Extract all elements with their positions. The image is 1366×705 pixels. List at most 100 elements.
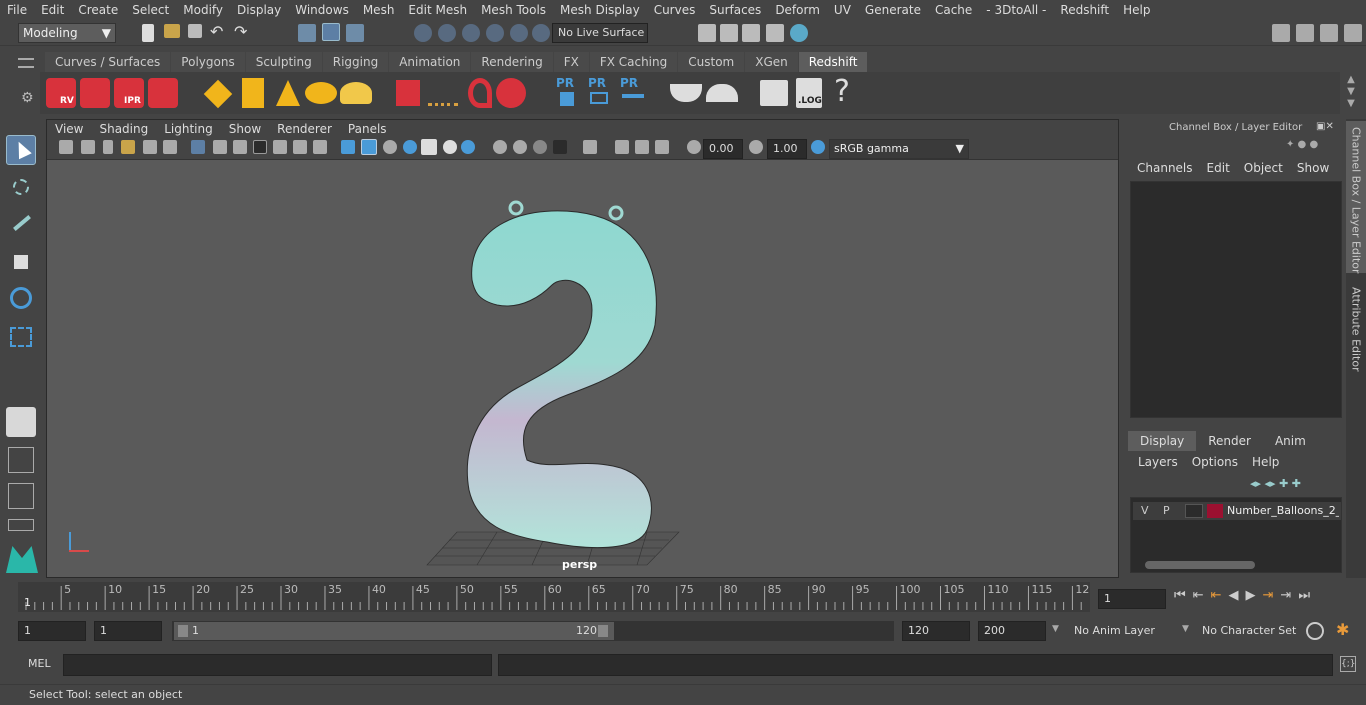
pr-convert-icon[interactable]: PR	[556, 76, 582, 110]
modeling-toolkit-icon[interactable]	[1296, 24, 1314, 42]
xray-icon[interactable]	[615, 140, 629, 154]
menu-select[interactable]: Select	[125, 0, 176, 20]
image-plane-icon[interactable]	[121, 140, 135, 154]
shelf-tab-custom[interactable]: Custom	[678, 52, 745, 72]
curve-object-icon[interactable]	[468, 78, 492, 108]
open-scene-icon[interactable]	[164, 24, 180, 38]
two-d-pan-icon[interactable]	[143, 140, 157, 154]
range-start-handle[interactable]	[178, 625, 188, 637]
camera-attributes-icon[interactable]	[81, 140, 95, 154]
play-forward-icon[interactable]: ▶	[1246, 588, 1263, 603]
save-scene-icon[interactable]	[188, 24, 202, 38]
go-to-end-icon[interactable]: ⏭	[1298, 588, 1317, 603]
xray-components-icon[interactable]	[655, 140, 669, 154]
hypershade-icon[interactable]	[790, 24, 808, 42]
sun-sky-icon[interactable]	[340, 82, 372, 104]
step-forward-icon[interactable]: ⇥	[1280, 588, 1298, 603]
layout-four-view-icon[interactable]	[8, 447, 34, 473]
gate-mask-icon[interactable]	[253, 140, 267, 154]
log-file-icon[interactable]: .LOG	[796, 78, 822, 108]
rotate-tool-icon[interactable]	[6, 283, 36, 313]
wireframe-on-shaded-icon[interactable]	[403, 140, 417, 154]
menu-mesh-display[interactable]: Mesh Display	[553, 0, 647, 20]
anti-aliasing-icon[interactable]	[533, 140, 547, 154]
menu-help[interactable]: Help	[1116, 0, 1157, 20]
shelf-settings-icon[interactable]: ⚙	[21, 90, 34, 106]
redo-icon[interactable]: ↷	[234, 22, 247, 41]
help-icon[interactable]: ?	[834, 74, 850, 109]
layer-color-swatch[interactable]	[1207, 504, 1223, 518]
viewport-menu-shading[interactable]: Shading	[91, 120, 156, 138]
use-lights-icon[interactable]	[443, 140, 457, 154]
light-dome-icon[interactable]	[305, 82, 337, 104]
layout-single-icon[interactable]	[8, 519, 34, 531]
undo-icon[interactable]: ↶	[210, 22, 223, 41]
layer-scrollbar[interactable]	[1135, 560, 1337, 570]
character-set-select[interactable]: No Character Set	[1198, 622, 1298, 640]
render-frame-icon[interactable]	[720, 24, 738, 42]
go-to-start-icon[interactable]: ⏮	[1174, 588, 1193, 603]
colorspace-select[interactable]: sRGB gamma ▼	[829, 139, 969, 159]
select-component-icon[interactable]	[346, 24, 364, 42]
script-editor-icon[interactable]	[760, 80, 788, 106]
grease-pencil-icon[interactable]	[163, 140, 177, 154]
channel-list[interactable]	[1130, 181, 1342, 418]
exposure-icon[interactable]	[687, 140, 701, 154]
gamma-field[interactable]: 1.00	[767, 139, 807, 159]
baking-pie-icon[interactable]	[706, 84, 738, 102]
menu-surfaces[interactable]: Surfaces	[702, 0, 768, 20]
layer-menu-help[interactable]: Help	[1252, 455, 1287, 471]
scene-canvas[interactable]	[47, 160, 1118, 577]
time-slider[interactable]: 5 10 15 20 25 30 35 40 45 50 55 60 65 70 75 80 85 90 95 100…	[18, 582, 1090, 612]
paint-select-icon[interactable]	[6, 209, 36, 239]
channel-menu-edit[interactable]: Edit	[1200, 161, 1237, 177]
step-back-key-icon[interactable]: ⇤	[1211, 588, 1229, 603]
safe-title-icon[interactable]	[313, 140, 327, 154]
playback-end-field[interactable]: 120	[902, 621, 970, 641]
default-material-icon[interactable]	[383, 140, 397, 154]
range-slider-bar[interactable]	[174, 622, 614, 640]
move-tool-icon[interactable]	[6, 247, 36, 277]
layer-menu-layers[interactable]: Layers	[1138, 455, 1186, 471]
shelf-tab-rendering[interactable]: Rendering	[471, 52, 553, 72]
channel-box-options-icon[interactable]: ✦ ● ●	[1286, 139, 1326, 151]
step-forward-key-icon[interactable]: ⇥	[1263, 588, 1281, 603]
light-portal-icon[interactable]	[242, 78, 264, 108]
resolution-gate-icon[interactable]	[233, 140, 247, 154]
layer-tab-display[interactable]: Display	[1128, 431, 1197, 451]
menu-modify[interactable]: Modify	[176, 0, 230, 20]
shelf-tab-sculpting[interactable]: Sculpting	[245, 52, 322, 72]
chevron-down-icon[interactable]: ▼	[1052, 624, 1059, 634]
menu-curves[interactable]: Curves	[647, 0, 703, 20]
viewport-menu-show[interactable]: Show	[221, 120, 269, 138]
layout-two-view-icon[interactable]	[8, 483, 34, 509]
current-frame-field[interactable]: 1	[1098, 589, 1166, 609]
auto-key-icon[interactable]	[1306, 622, 1324, 640]
sphere-object-icon[interactable]	[496, 78, 526, 108]
shelf-tab-xgen[interactable]: XGen	[745, 52, 798, 72]
menu-cache[interactable]: Cache	[928, 0, 979, 20]
shelf-tab-fx-caching[interactable]: FX Caching	[589, 52, 678, 72]
viewport-menu-panels[interactable]: Panels	[340, 120, 395, 138]
menu-edit-mesh[interactable]: Edit Mesh	[401, 0, 474, 20]
channel-menu-show[interactable]: Show	[1290, 161, 1336, 177]
channel-menu-object[interactable]: Object	[1237, 161, 1290, 177]
show-manipulator-icon[interactable]	[6, 407, 36, 437]
light-spot-icon[interactable]	[276, 80, 300, 106]
scale-tool-icon[interactable]	[6, 321, 36, 351]
isolate-select-icon[interactable]	[583, 140, 597, 154]
shelf-tab-polygons[interactable]: Polygons	[171, 52, 245, 72]
exposure-field[interactable]: 0.00	[703, 139, 743, 159]
menu-mesh[interactable]: Mesh	[356, 0, 402, 20]
bookmark-icon[interactable]	[103, 140, 113, 154]
gamma-icon[interactable]	[749, 140, 763, 154]
new-scene-icon[interactable]	[142, 24, 154, 42]
shelf-tab-fx[interactable]: FX	[553, 52, 589, 72]
menu-redshift[interactable]: Redshift	[1053, 0, 1116, 20]
side-tab-channel-box[interactable]: Channel Box / Layer Editor	[1346, 121, 1366, 274]
safe-action-icon[interactable]	[293, 140, 307, 154]
shelf-menu-icon[interactable]	[18, 58, 34, 68]
select-object-icon[interactable]	[322, 23, 340, 41]
playback-start-field[interactable]: 1	[94, 621, 162, 641]
mode-select[interactable]: Modeling ▼	[18, 23, 116, 43]
